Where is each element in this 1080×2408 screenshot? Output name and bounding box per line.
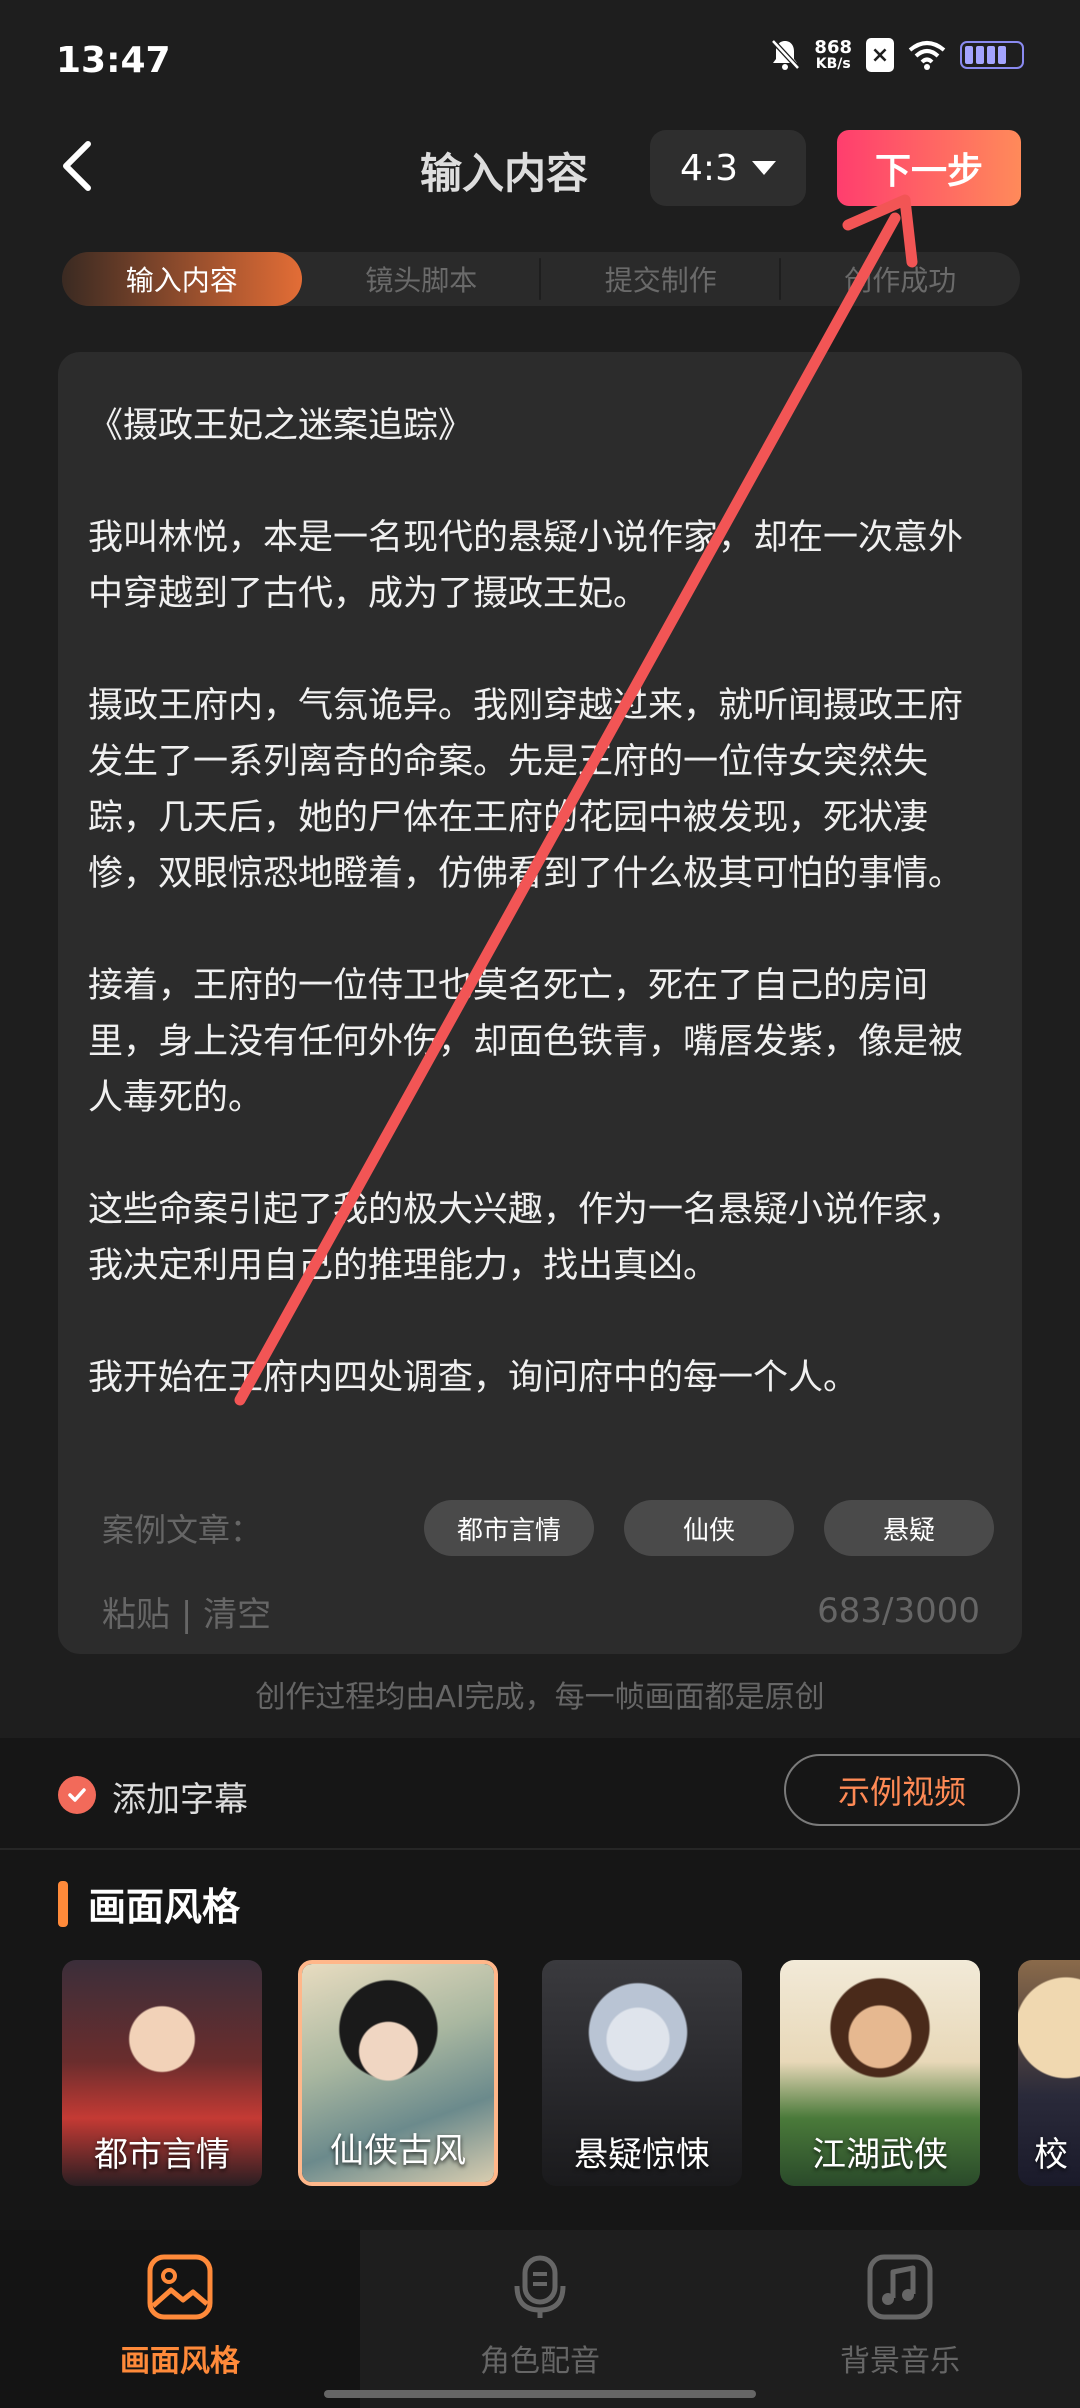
aspect-ratio-dropdown[interactable]: 4:3 <box>650 130 806 206</box>
settings-panel: 添加字幕 示例视频 画面风格 都市言情 仙侠古风 悬疑惊悚 江湖武侠 校 <box>0 1738 1080 2230</box>
status-time: 13:47 <box>56 40 171 81</box>
next-step-button[interactable]: 下一步 <box>837 130 1021 206</box>
story-paragraph: 我开始在王府内四处调查，询问府中的每一个人。 <box>88 1358 859 1398</box>
paste-button[interactable]: 粘贴 <box>102 1595 170 1635</box>
example-chip-xianxia[interactable]: 仙侠 <box>624 1500 794 1556</box>
style-label: 都市言情 <box>94 2135 230 2175</box>
tab-background-music[interactable]: 背景音乐 <box>720 2230 1080 2408</box>
microphone-icon <box>514 2255 566 2318</box>
net-speed-value: 868 <box>814 37 852 58</box>
step-shot-script: 镜头脚本 <box>302 252 542 306</box>
style-label: 仙侠古风 <box>330 2131 466 2171</box>
style-section-title: 画面风格 <box>88 1885 241 1929</box>
battery-icon <box>960 41 1024 69</box>
style-urban-romance[interactable]: 都市言情 <box>62 1960 262 2186</box>
net-speed-unit: KB/s <box>815 56 851 72</box>
style-jianghu-wuxia[interactable]: 江湖武侠 <box>780 1960 980 2186</box>
ai-notice: 创作过程均由AI完成，每一帧画面都是原创 <box>255 1680 825 1715</box>
section-accent-bar <box>58 1880 68 1927</box>
progress-steps: 输入内容 镜头脚本 提交制作 创作成功 <box>62 252 1020 306</box>
text-actions: 粘贴 | 清空 683/3000 <box>102 1586 980 1636</box>
status-bar: 13:47 868 KB/s × <box>0 0 1080 120</box>
step-input-content: 输入内容 <box>62 252 302 306</box>
example-video-button[interactable]: 示例视频 <box>784 1754 1020 1826</box>
story-paragraph: 我叫林悦，本是一名现代的悬疑小说作家，却在一次意外中穿越到了古代，成为了摄政王妃… <box>88 518 964 614</box>
style-campus[interactable]: 校 <box>1018 1960 1080 2186</box>
top-header: 输入内容 4:3 下一步 <box>0 120 1080 220</box>
tab-label: 画面风格 <box>120 2344 240 2379</box>
style-suspense-thriller[interactable]: 悬疑惊悚 <box>542 1960 742 2186</box>
example-articles-label: 案例文章： <box>102 1511 263 1549</box>
tab-label: 背景音乐 <box>840 2344 960 2379</box>
story-paragraph: 这些命案引起了我的极大兴趣，作为一名悬疑小说作家，我决定利用自己的推理能力，找出… <box>88 1190 964 1286</box>
step-success: 创作成功 <box>844 264 957 297</box>
subtitle-checkbox[interactable] <box>58 1776 96 1814</box>
tab-voice[interactable]: 角色配音 <box>360 2230 720 2408</box>
home-indicator <box>324 2390 756 2398</box>
example-articles: 案例文章： 都市言情 仙侠 悬疑 <box>102 1500 994 1556</box>
style-label: 校 <box>1034 2135 1068 2175</box>
clear-button[interactable]: 清空 <box>203 1595 271 1635</box>
tab-label: 角色配音 <box>480 2344 600 2379</box>
example-chip-suspense[interactable]: 悬疑 <box>824 1500 994 1556</box>
image-icon <box>147 2254 213 2320</box>
style-xianxia-ancient[interactable]: 仙侠古风 <box>298 1960 498 2186</box>
aspect-ratio-value: 4:3 <box>680 147 738 189</box>
char-count: 683/3000 <box>817 1591 980 1631</box>
style-section-header: 画面风格 <box>58 1876 240 1931</box>
content-card: 《摄政王妃之迷案追踪》 我叫林悦，本是一名现代的悬疑小说作家，却在一次意外中穿越… <box>58 352 1022 1654</box>
back-arrow-icon[interactable] <box>50 136 110 196</box>
story-paragraph: 接着，王府的一位侍卫也莫名死亡，死在了自己的房间里，身上没有任何外伤，却面色铁青… <box>88 966 964 1118</box>
no-sim-icon: × <box>866 38 894 72</box>
paste-clear-group: 粘贴 | 清空 <box>102 1587 271 1636</box>
subtitle-row: 添加字幕 示例视频 <box>0 1738 1080 1850</box>
step-submit: 提交制作 <box>541 252 781 306</box>
story-textarea[interactable]: 《摄政王妃之迷案追踪》 我叫林悦，本是一名现代的悬疑小说作家，却在一次意外中穿越… <box>88 398 992 1398</box>
music-icon <box>867 2254 933 2320</box>
subtitle-label[interactable]: 添加字幕 <box>112 1772 248 1821</box>
story-title: 《摄政王妃之迷案追踪》 <box>88 406 474 446</box>
style-label: 江湖武侠 <box>812 2135 948 2175</box>
example-chip-urban-romance[interactable]: 都市言情 <box>424 1500 594 1556</box>
bottom-tab-bar: 画面风格 角色配音 背景音乐 <box>0 2230 1080 2408</box>
wifi-icon <box>908 41 946 70</box>
style-carousel: 都市言情 仙侠古风 悬疑惊悚 江湖武侠 校 <box>62 1960 1080 2190</box>
status-icons: 868 KB/s × <box>770 38 1024 72</box>
page-title: 输入内容 <box>420 149 589 198</box>
mute-bell-icon <box>771 39 801 70</box>
story-paragraph: 摄政王府内，气氛诡异。我刚穿越过来，就听闻摄政王府发生了一系列离奇的命案。先是王… <box>88 686 964 894</box>
tab-picture-style[interactable]: 画面风格 <box>0 2230 360 2408</box>
style-label: 悬疑惊悚 <box>574 2135 710 2175</box>
caret-down-icon <box>751 161 776 175</box>
net-speed: 868 KB/s <box>814 37 852 72</box>
check-icon <box>68 1788 86 1802</box>
action-divider: | <box>180 1594 193 1635</box>
